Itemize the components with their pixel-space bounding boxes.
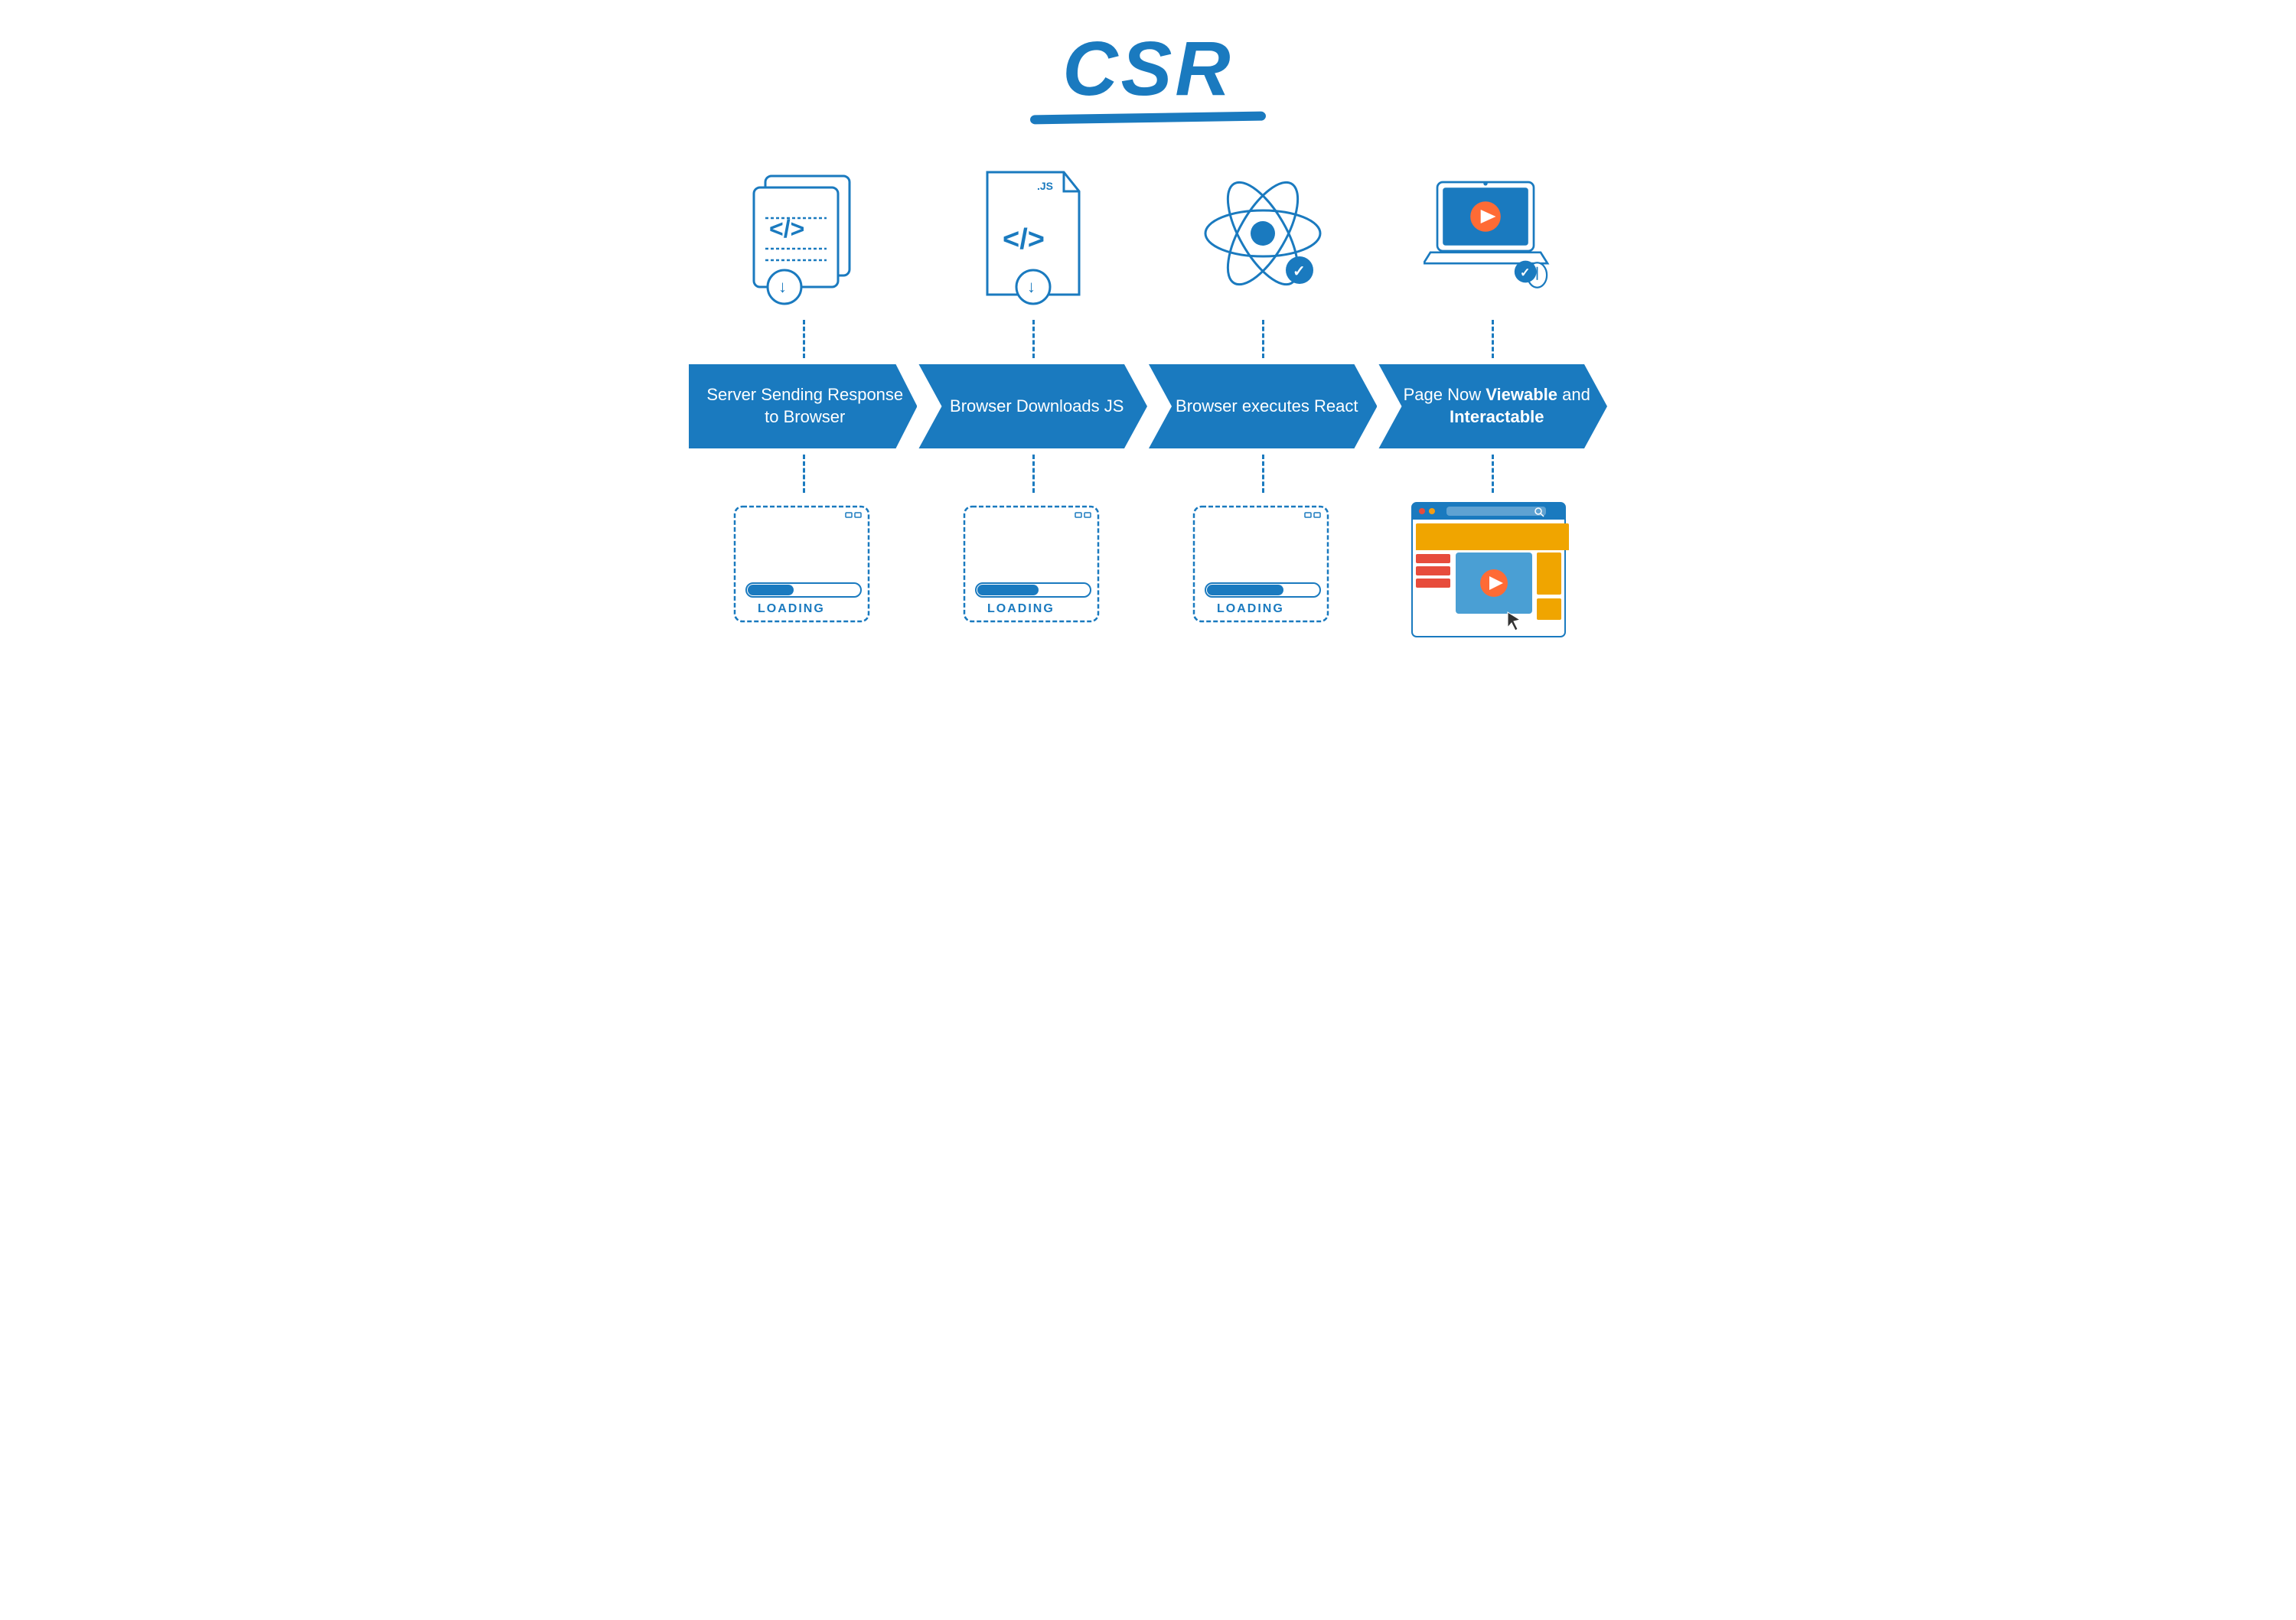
bottom-connector-2 [918,448,1148,499]
top-icons-row: HTML </> ↓ [689,161,1607,314]
bottom-connector-4 [1378,448,1607,499]
connector-1 [689,314,918,364]
svg-text:✓: ✓ [1293,263,1306,280]
step-3-label: Browser executes React [1176,396,1358,418]
bottom-icons-row: LOADING LOADING LOADING [689,499,1607,652]
connector-2 [918,314,1148,364]
connector-4 [1378,314,1607,364]
bottom-dashed-line-2 [1032,455,1035,493]
bottom-connector-3 [1148,448,1378,499]
step-4-label: Page Now Viewable and Interactable [1397,384,1596,428]
laptop-play-icon: ✓ [1424,161,1561,314]
svg-text:LOADING: LOADING [987,602,1055,615]
title-underline [1030,112,1266,125]
bottom-icon-cell-1: LOADING [689,499,918,637]
loading-screen-1-icon: LOADING [727,499,880,637]
bottom-connector-1 [689,448,918,499]
bottom-dashed-line-3 [1262,455,1264,493]
bottom-connectors-row [689,448,1607,499]
svg-text:↓: ↓ [1027,277,1035,296]
dashed-line-2 [1032,320,1035,358]
loading-screen-2-icon: LOADING [957,499,1110,637]
bottom-icon-cell-3: LOADING [1148,499,1378,637]
svg-text:</>: </> [769,215,804,243]
html-files-icon: HTML </> ↓ [735,161,872,314]
dashed-line-4 [1492,320,1494,358]
browser-content-icon [1408,499,1577,652]
react-atom-icon: ✓ [1194,161,1332,314]
step-2-arrow: Browser Downloads JS [918,364,1147,448]
step-1-arrow: Server Sending Response to Browser [689,364,917,448]
dashed-line-3 [1262,320,1264,358]
steps-row: Server Sending Response to Browser Brows… [689,364,1607,448]
svg-text:✓: ✓ [1520,266,1531,279]
icon-cell-3: ✓ [1148,161,1378,314]
svg-text:.JS: .JS [1037,180,1053,192]
step-4-arrow: Page Now Viewable and Interactable [1378,364,1607,448]
csr-diagram: HTML </> ↓ [689,161,1607,652]
title-section: CSR [1041,31,1255,122]
connector-3 [1148,314,1378,364]
loading-screen-3-icon: LOADING [1186,499,1339,637]
svg-text:LOADING: LOADING [1217,602,1284,615]
icon-cell-4: ✓ [1378,161,1607,314]
step-1-label: Server Sending Response to Browser [704,384,905,428]
icon-cell-2: .JS </> ↓ [918,161,1148,314]
icon-cell-1: HTML </> ↓ [689,161,918,314]
svg-text:</>: </> [1003,223,1045,256]
dashed-line-1 [803,320,805,358]
bottom-dashed-line-4 [1492,455,1494,493]
js-file-icon: .JS </> ↓ [964,161,1102,314]
step-2-label: Browser Downloads JS [950,396,1124,418]
svg-text:↓: ↓ [778,277,787,296]
page-title: CSR [1041,31,1255,107]
step-3-arrow: Browser executes React [1149,364,1378,448]
bottom-icon-cell-2: LOADING [918,499,1148,637]
svg-text:LOADING: LOADING [758,602,825,615]
bottom-icon-cell-4 [1378,499,1607,652]
bottom-dashed-line-1 [803,455,805,493]
top-connectors-row [689,314,1607,364]
